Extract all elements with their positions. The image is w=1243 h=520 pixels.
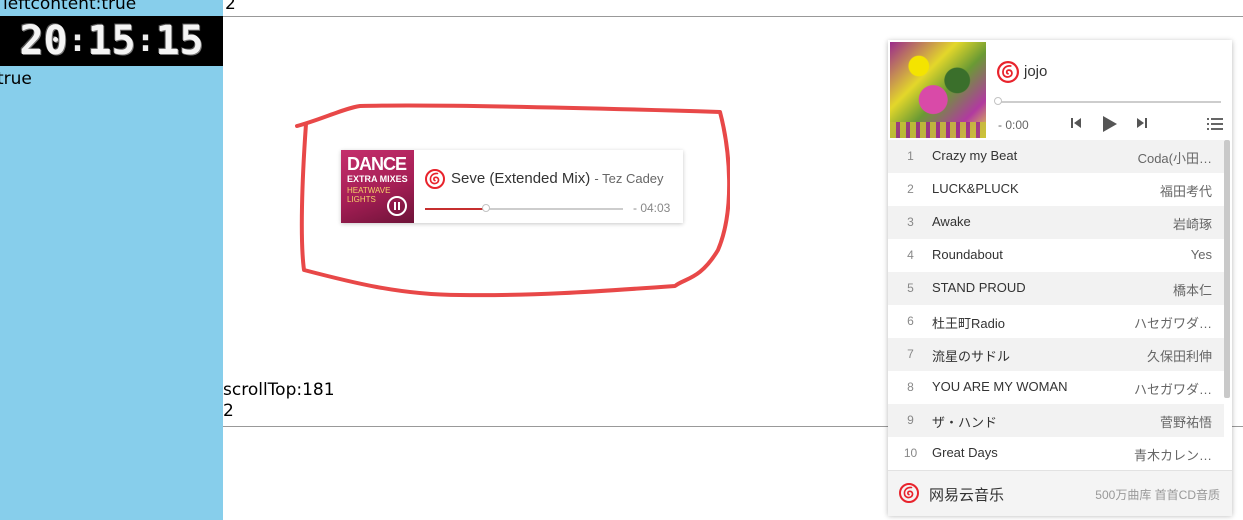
song-row[interactable]: 6 杜王町Radio ハセガワダ… (888, 305, 1224, 338)
song-title: 流星のサドル (932, 349, 1011, 364)
next-icon[interactable] (1135, 116, 1149, 130)
song-artist: - Tez Cadey (594, 171, 664, 186)
netease-music-icon (899, 483, 919, 503)
netease-music-icon (425, 169, 445, 189)
song-artist: 菅野祐悟 (1159, 415, 1212, 430)
progress-bar[interactable] (425, 204, 623, 212)
song-index: 9 (907, 413, 914, 427)
netease-music-icon (997, 61, 1019, 83)
divider-top (223, 16, 1243, 17)
song-row[interactable]: 7 流星のサドル 久保田利伸 (888, 338, 1224, 371)
playlist-icon[interactable] (1207, 117, 1223, 131)
clock-separator: : (139, 23, 152, 59)
digital-clock: 2 0 : 1 5 : 1 5 (0, 16, 223, 66)
mini-music-player: DANCE EXTRA MIXES HEATWAVE LIGHTS Seve (… (341, 150, 683, 223)
progress-handle[interactable] (482, 204, 491, 212)
music-player-panel: jojo - 0:00 1 Crazy my Beat Coda(小田… 2 LUCK&… (888, 40, 1232, 516)
brand-slogan: 500万曲库 首首CD音质 (1095, 488, 1220, 502)
song-row[interactable]: 5 STAND PROUD 橋本仁 (888, 272, 1224, 305)
top-number: 2 (225, 0, 236, 14)
album-cover[interactable]: DANCE EXTRA MIXES HEATWAVE LIGHTS (341, 150, 414, 223)
song-artist: Yes (1190, 247, 1212, 262)
song-row[interactable]: 10 Great Days 青木カレン… (888, 437, 1224, 470)
song-title: Great Days (932, 445, 998, 460)
song-artist: 青木カレン… (1133, 448, 1212, 463)
time-remaining: - 0:00 (998, 118, 1029, 132)
clock-minute-tens: 1 (87, 18, 112, 64)
clock-hour-tens: 2 (19, 18, 44, 64)
song-row[interactable]: 4 Roundabout Yes (888, 239, 1224, 272)
song-index: 4 (907, 248, 914, 262)
clock-second-ones: 5 (179, 18, 204, 64)
clock-minute-ones: 5 (111, 18, 136, 64)
song-info: Seve (Extended Mix) - Tez Cadey (451, 170, 664, 187)
song-row[interactable]: 9 ザ・ハンド 菅野祐悟 (888, 404, 1224, 437)
play-icon[interactable] (1099, 114, 1119, 134)
song-artist: 橋本仁 (1172, 283, 1212, 298)
song-title: ザ・ハンド (932, 415, 998, 430)
cover-title: DANCE (347, 154, 407, 174)
scrollbar[interactable] (1224, 140, 1230, 398)
cover-subtitle: EXTRA MIXES (347, 174, 408, 184)
song-artist: ハセガワダ… (1133, 316, 1212, 331)
playlist-name: jojo (1024, 63, 1048, 80)
progress-fill (425, 208, 487, 210)
left-sidebar: leftcontent:true 2 0 : 1 5 : 1 5 true (0, 0, 223, 520)
song-index: 7 (907, 347, 914, 361)
leftcontent-label: leftcontent:true (3, 0, 137, 14)
song-title: STAND PROUD (932, 280, 1026, 295)
song-row[interactable]: 2 LUCK&PLUCK 福田考代 (888, 173, 1224, 206)
song-row[interactable]: 3 Awake 岩崎琢 (888, 206, 1224, 239)
flag-label: true (0, 69, 32, 89)
song-title: Crazy my Beat (932, 148, 1018, 163)
scrolltop-label: scrollTop:181 (223, 380, 335, 400)
song-index: 1 (907, 149, 914, 163)
time-remaining: - 04:03 (633, 201, 671, 215)
song-row[interactable]: 1 Crazy my Beat Coda(小田… (888, 140, 1224, 173)
song-title: YOU ARE MY WOMAN (932, 379, 1068, 394)
song-index: 6 (907, 314, 914, 328)
song-artist: 岩崎琢 (1172, 217, 1212, 232)
scroll-info: scrollTop:181 2 (223, 380, 335, 422)
progress-handle[interactable] (994, 97, 1002, 105)
song-index: 8 (907, 380, 914, 394)
scroll-number: 2 (223, 401, 234, 421)
song-index: 3 (907, 215, 914, 229)
song-title: 杜王町Radio (932, 316, 1005, 331)
song-row[interactable]: 8 YOU ARE MY WOMAN ハセガワダ… (888, 371, 1224, 404)
song-index: 2 (907, 182, 914, 196)
player-footer: 网易云音乐 500万曲库 首首CD音质 (888, 470, 1232, 516)
clock-hour-ones: 0 (43, 18, 68, 64)
previous-icon[interactable] (1069, 116, 1083, 130)
song-index: 5 (907, 281, 914, 295)
song-index: 10 (903, 446, 918, 460)
album-cover[interactable] (890, 42, 986, 138)
song-title: Awake (932, 214, 971, 229)
song-title: Roundabout (932, 247, 1003, 262)
progress-bar[interactable] (994, 97, 1221, 105)
pause-icon[interactable] (387, 196, 407, 216)
song-title: LUCK&PLUCK (932, 181, 1019, 196)
song-artist: 久保田利伸 (1146, 349, 1212, 364)
song-artist: 福田考代 (1159, 184, 1212, 199)
song-artist: Coda(小田… (1137, 151, 1212, 166)
clock-second-tens: 1 (155, 18, 180, 64)
song-list: 1 Crazy my Beat Coda(小田… 2 LUCK&PLUCK 福田考代 3 Aw… (888, 140, 1232, 470)
song-title: Seve (Extended Mix) (451, 170, 591, 187)
song-artist: ハセガワダ… (1133, 382, 1212, 397)
brand-name[interactable]: 网易云音乐 (929, 484, 1004, 505)
clock-separator: : (71, 23, 84, 59)
